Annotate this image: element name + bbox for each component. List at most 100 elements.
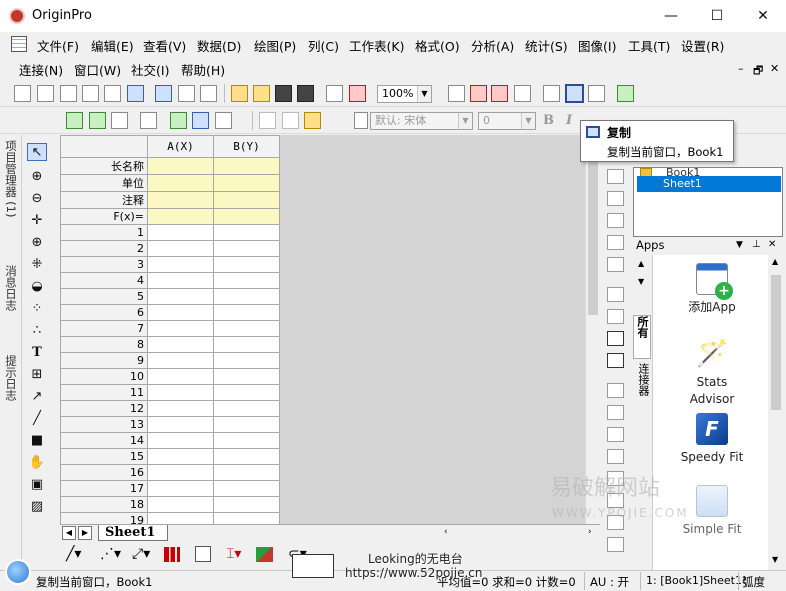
row-header[interactable]: 10 [60, 368, 148, 385]
table-cell[interactable] [147, 208, 214, 225]
row-header[interactable]: 14 [60, 432, 148, 449]
contour-plot-icon[interactable] [256, 547, 273, 562]
new-table-icon[interactable] [104, 85, 121, 102]
menu-data[interactable]: 数据(D) [197, 36, 241, 55]
save-template-icon[interactable] [297, 85, 314, 102]
menu-analysis[interactable]: 分析(A) [471, 36, 514, 55]
zoom-out-icon[interactable]: ⊖ [27, 189, 47, 207]
row-header[interactable]: 8 [60, 336, 148, 353]
flip-icon[interactable] [607, 257, 624, 272]
table-cell[interactable] [213, 416, 280, 433]
scroll-down-icon[interactable]: ▼ [638, 277, 644, 286]
copy-icon[interactable] [282, 112, 299, 129]
zoom-select[interactable]: 100% ▼ [377, 85, 432, 103]
table-cell[interactable] [147, 416, 214, 433]
table-cell[interactable] [213, 496, 280, 513]
minimize-button[interactable]: — [648, 0, 694, 32]
tab-apps-all[interactable]: 所有 [633, 315, 651, 359]
recalculate-icon[interactable] [349, 85, 366, 102]
table-cell[interactable] [147, 304, 214, 321]
table-cell[interactable] [147, 191, 214, 209]
mdi-close-button[interactable]: ✕ [770, 62, 779, 75]
table-cell[interactable] [213, 400, 280, 417]
align-left-icon[interactable] [607, 169, 624, 184]
box-chart-icon[interactable]: ⌶▾ [226, 546, 241, 562]
column-header-b[interactable]: B(Y) [213, 135, 280, 158]
table-cell[interactable] [213, 240, 280, 257]
row-header[interactable]: 15 [60, 448, 148, 465]
axis-icon[interactable]: ⊞ [27, 365, 47, 383]
open-template-icon[interactable] [253, 85, 270, 102]
app-speedy-fit[interactable]: F Speedy Fit [652, 413, 772, 466]
table-cell[interactable] [147, 496, 214, 513]
menu-settings[interactable]: 设置(R) [681, 36, 724, 55]
menu-edit[interactable]: 编辑(E) [91, 36, 134, 55]
new-worksheet-icon[interactable] [37, 85, 54, 102]
row-header[interactable]: 13 [60, 416, 148, 433]
chevron-down-icon[interactable]: ▼ [736, 236, 743, 254]
menu-column[interactable]: 列(C) [308, 36, 339, 55]
bold-button[interactable]: B [543, 113, 554, 128]
table-cell[interactable] [213, 174, 280, 192]
table-cell[interactable] [213, 256, 280, 273]
menu-connect[interactable]: 连接(N) [19, 60, 63, 79]
table-cell[interactable] [147, 368, 214, 385]
table-cell[interactable] [147, 272, 214, 289]
same-height-icon[interactable] [607, 537, 624, 552]
group-icon[interactable] [607, 383, 624, 398]
row-header[interactable]: 9 [60, 352, 148, 369]
insert-image-icon[interactable]: ▨ [27, 497, 47, 515]
open-icon[interactable] [231, 85, 248, 102]
scroll-up-icon[interactable]: ▲ [638, 259, 644, 268]
menu-format[interactable]: 格式(O) [415, 36, 460, 55]
save-icon[interactable] [275, 85, 292, 102]
menu-tools[interactable]: 工具(T) [628, 36, 670, 55]
meta-row-units[interactable]: 单位 [60, 174, 148, 192]
scroll-up-icon[interactable]: ▲ [772, 257, 778, 266]
draw-data-icon[interactable]: ∴ [27, 321, 47, 339]
align-right-icon[interactable] [607, 191, 624, 206]
close-icon[interactable]: ✕ [768, 236, 776, 254]
column-header-a[interactable]: A(X) [147, 135, 214, 158]
arrow-tool-icon[interactable]: ↗ [27, 387, 47, 405]
line-plot-icon[interactable]: ╱▾ [66, 546, 81, 562]
results-log-icon[interactable] [588, 85, 605, 102]
layer-2-icon[interactable] [607, 309, 624, 324]
row-header[interactable]: 17 [60, 480, 148, 497]
multi-panel-icon[interactable] [195, 546, 211, 562]
tab-hint-log[interactable]: 提示日志 [3, 355, 19, 401]
data-reader-icon[interactable]: ⊕ [27, 233, 47, 251]
table-cell[interactable] [147, 448, 214, 465]
table-cell[interactable] [213, 191, 280, 209]
table-cell[interactable] [213, 480, 280, 497]
line-tool-icon[interactable]: ╱ [27, 409, 47, 427]
table-cell[interactable] [147, 336, 214, 353]
line-symbol-plot-icon[interactable]: ⤢▾ [132, 546, 150, 562]
text-tool-icon[interactable]: T [27, 343, 47, 361]
app-add-app[interactable]: + 添加App [652, 263, 772, 316]
table-cell[interactable] [147, 157, 214, 175]
script-window-icon[interactable] [543, 85, 560, 102]
maximize-button[interactable]: ☐ [694, 0, 740, 32]
pointer-icon[interactable]: ↖ [27, 143, 47, 161]
table-cell[interactable] [213, 352, 280, 369]
table-cell[interactable] [147, 320, 214, 337]
worksheet-vertical-scrollbar[interactable]: ▲ [585, 135, 600, 525]
table-cell[interactable] [147, 400, 214, 417]
menu-image[interactable]: 图像(I) [578, 36, 616, 55]
meta-row-long-name[interactable]: 长名称 [60, 157, 148, 175]
table-cell[interactable] [147, 224, 214, 241]
row-header[interactable]: 11 [60, 384, 148, 401]
project-explorer-icon[interactable] [617, 85, 634, 102]
table-cell[interactable] [213, 208, 280, 225]
menu-social[interactable]: 社交(I) [131, 60, 169, 79]
data-select-icon[interactable]: ⁘ [27, 299, 47, 317]
code-builder-icon[interactable] [514, 85, 531, 102]
align-top-icon[interactable] [607, 213, 624, 228]
add-column-icon[interactable] [66, 112, 83, 129]
table-cell[interactable] [147, 432, 214, 449]
row-header[interactable]: 2 [60, 240, 148, 257]
layer-4-icon[interactable] [607, 353, 624, 368]
worksheet-horizontal-scrollbar[interactable]: ‹ › [440, 524, 600, 541]
statistics-col-icon[interactable] [170, 112, 187, 129]
